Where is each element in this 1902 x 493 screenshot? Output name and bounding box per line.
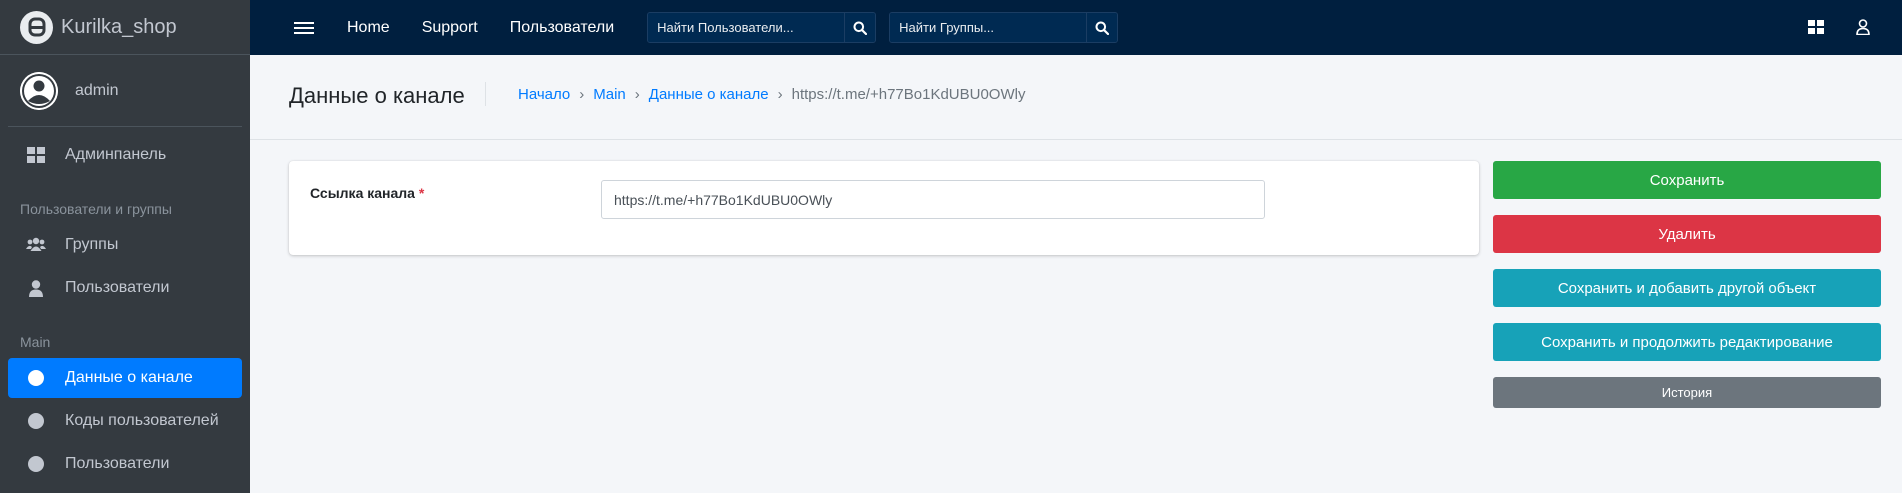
nav-header-users-groups: Пользователи и группы: [20, 201, 172, 217]
sidebar-item-users[interactable]: Пользователи: [8, 268, 242, 308]
save-and-continue-button[interactable]: Сохранить и продолжить редактирование: [1493, 323, 1881, 361]
breadcrumb-separator: ›: [634, 86, 640, 103]
sidebar-item-label: Админпанель: [65, 146, 167, 163]
user-icon: [26, 278, 46, 298]
top-navbar: Home Support Пользователи: [250, 0, 1902, 55]
dashboard-icon: [26, 145, 46, 165]
sidebar-item-label: Данные о канале: [65, 369, 193, 386]
breadcrumb-current: https://t.me/+h77Bo1KdUBU0OWly: [791, 86, 1026, 103]
sidebar-item-label: Пользователи: [65, 279, 170, 296]
breadcrumb-main[interactable]: Main: [593, 86, 626, 103]
users-group-icon: [26, 235, 46, 255]
form-card: Ссылка канала *: [289, 161, 1479, 255]
search-users-button[interactable]: [844, 13, 876, 42]
required-mark: *: [418, 185, 425, 201]
brand-logo-icon: [20, 10, 53, 44]
nav-header-main: Main: [20, 334, 51, 350]
nav-link-users[interactable]: Пользователи: [510, 19, 614, 37]
sidebar-item-groups[interactable]: Группы: [8, 225, 242, 265]
breadcrumb: Начало › Main › Данные о канале › https:…: [518, 86, 1025, 103]
user-menu-icon[interactable]: [1853, 17, 1873, 37]
circle-icon: [26, 454, 46, 474]
sidebar-item-channel-data[interactable]: Данные о канале: [8, 358, 242, 398]
header-divider: [485, 82, 486, 106]
search-users-input[interactable]: [648, 13, 845, 42]
sidebar-item-label: Коды пользователей: [65, 412, 219, 429]
breadcrumb-home[interactable]: Начало: [518, 86, 570, 103]
search-icon: [1095, 21, 1110, 35]
channel-link-input[interactable]: [601, 180, 1265, 219]
content-header: Данные о канале Начало › Main › Данные о…: [250, 55, 1902, 140]
actions-panel: Сохранить Удалить Сохранить и добавить д…: [1493, 161, 1881, 424]
brand-name: Kurilka_shop: [61, 15, 177, 38]
sidebar-item-dashboard[interactable]: Админпанель: [8, 135, 242, 175]
circle-icon: [26, 411, 46, 431]
nav-link-support[interactable]: Support: [422, 19, 478, 37]
breadcrumb-separator: ›: [777, 86, 783, 103]
nav-link-home[interactable]: Home: [347, 19, 390, 37]
user-name: admin: [75, 81, 119, 99]
search-icon: [853, 21, 868, 35]
breadcrumb-channel-data[interactable]: Данные о канале: [649, 86, 769, 103]
sidebar-item-main-users[interactable]: Пользователи: [8, 444, 242, 484]
sidebar-item-label: Группы: [65, 236, 119, 253]
save-button[interactable]: Сохранить: [1493, 161, 1881, 199]
apps-grid-icon[interactable]: [1806, 17, 1826, 37]
search-users: [647, 12, 877, 43]
sidebar-nav: Админпанель Пользователи и группы Группы…: [0, 127, 250, 484]
history-button[interactable]: История: [1493, 377, 1881, 408]
delete-button[interactable]: Удалить: [1493, 215, 1881, 253]
search-groups-button[interactable]: [1086, 13, 1118, 42]
circle-icon: [26, 368, 46, 388]
channel-link-label-text: Ссылка канала: [310, 185, 415, 201]
menu-toggle-icon[interactable]: [294, 21, 314, 34]
save-and-add-button[interactable]: Сохранить и добавить другой объект: [1493, 269, 1881, 307]
user-panel[interactable]: admin: [8, 55, 242, 127]
breadcrumb-separator: ›: [579, 86, 585, 103]
sidebar: Kurilka_shop admin Админпанель Пользоват…: [0, 0, 250, 493]
search-groups-input[interactable]: [890, 13, 1087, 42]
user-avatar-icon: [20, 71, 58, 110]
sidebar-item-label: Пользователи: [65, 455, 170, 472]
page-title: Данные о канале: [289, 83, 465, 108]
search-groups: [889, 12, 1119, 43]
brand[interactable]: Kurilka_shop: [0, 0, 250, 55]
sidebar-item-user-codes[interactable]: Коды пользователей: [8, 401, 242, 441]
channel-link-label: Ссылка канала *: [310, 185, 424, 201]
